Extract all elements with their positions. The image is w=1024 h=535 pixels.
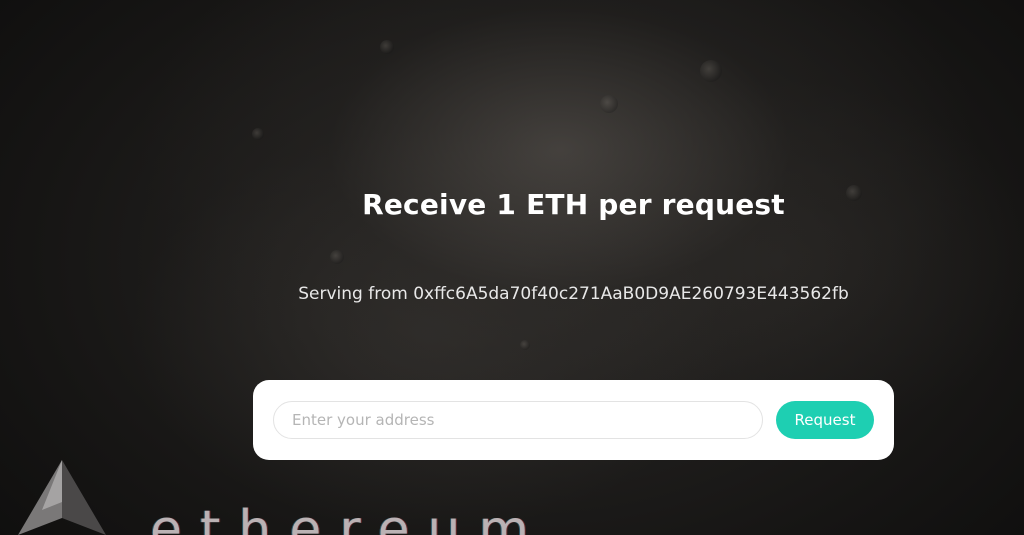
moon-crater: [380, 40, 394, 54]
address-input[interactable]: [273, 401, 763, 439]
moon-crater: [520, 340, 530, 350]
moon-crater: [252, 128, 264, 140]
page-title: Receive 1 ETH per request: [362, 188, 785, 221]
request-form-card: Request: [253, 380, 894, 460]
ethereum-wordmark: ethereum: [150, 500, 548, 535]
moon-crater: [700, 60, 722, 82]
request-button[interactable]: Request: [776, 401, 874, 439]
moon-crater: [330, 250, 344, 264]
moon-crater: [600, 95, 618, 113]
faucet-page: Receive 1 ETH per request Serving from 0…: [0, 0, 1024, 535]
ethereum-logo-icon: [18, 460, 106, 535]
serving-address-text: Serving from 0xffc6A5da70f40c271AaB0D9AE…: [298, 284, 849, 304]
